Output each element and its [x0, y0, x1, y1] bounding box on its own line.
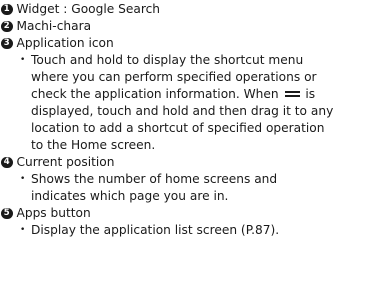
circled-number-3: 3: [1, 37, 13, 49]
bullet-dot: •: [20, 174, 26, 184]
bullet-dot: •: [20, 225, 26, 235]
circled-number-4: 4: [1, 156, 13, 168]
bullet-text: Display the application list screen (P.8…: [31, 222, 384, 239]
text-line: check the application information. When …: [31, 86, 384, 103]
item-heading: 1 Widget : Google Search: [0, 1, 384, 18]
text-fragment: check the application information. When: [31, 87, 279, 101]
text-line: Display the application list screen (P.8…: [31, 223, 280, 237]
text-line: location to add a shortcut of specified …: [31, 121, 325, 135]
item-title: Widget : Google Search: [16, 2, 161, 16]
circled-number-2: 2: [1, 20, 13, 32]
circled-number-5: 5: [1, 207, 13, 219]
text-fragment: is: [305, 87, 316, 101]
drag-handle-icon: [284, 90, 301, 98]
text-line: displayed, touch and hold and then drag …: [31, 104, 334, 118]
bullet-point: • Shows the number of home screens and i…: [0, 171, 384, 205]
bullet-point: • Touch and hold to display the shortcut…: [0, 52, 384, 154]
item-title: Current position: [16, 155, 115, 169]
item-application-icon: 3 Application icon • Touch and hold to d…: [0, 35, 384, 154]
bullet-dot: •: [20, 55, 26, 65]
item-current-position: 4 Current position • Shows the number of…: [0, 154, 384, 205]
item-heading: 2 Machi-chara: [0, 18, 384, 35]
item-apps-button: 5 Apps button • Display the application …: [0, 205, 384, 239]
item-title: Apps button: [16, 206, 91, 220]
text-line: Touch and hold to display the shortcut m…: [31, 53, 304, 67]
text-line: indicates which page you are in.: [31, 189, 229, 203]
item-widget-google-search: 1 Widget : Google Search: [0, 1, 384, 18]
circled-number-1: 1: [1, 3, 13, 15]
text-line: Shows the number of home screens and: [31, 172, 278, 186]
item-heading: 3 Application icon: [0, 35, 384, 52]
bullet-point: • Display the application list screen (P…: [0, 222, 384, 239]
item-title: Application icon: [16, 36, 114, 50]
item-machi-chara: 2 Machi-chara: [0, 18, 384, 35]
item-heading: 4 Current position: [0, 154, 384, 171]
item-title: Machi-chara: [16, 19, 92, 33]
manual-section: 1 Widget : Google Search 2 Machi-chara 3…: [0, 0, 384, 302]
bullet-text: Touch and hold to display the shortcut m…: [31, 52, 384, 154]
bullet-text: Shows the number of home screens and ind…: [31, 171, 384, 205]
item-heading: 5 Apps button: [0, 205, 384, 222]
text-line: to the Home screen.: [31, 138, 156, 152]
text-line: where you can perform specified operatio…: [31, 70, 317, 84]
